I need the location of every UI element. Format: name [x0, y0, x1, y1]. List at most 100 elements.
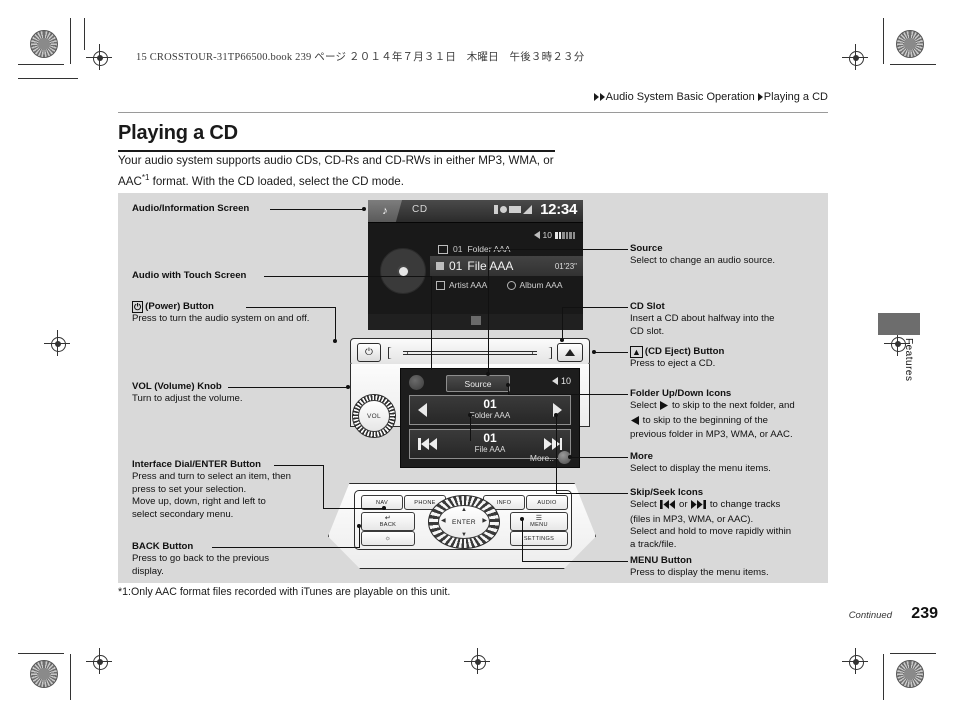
skip-text-part4: (files in MP3, WMA, or AAC). — [630, 513, 754, 525]
label-cd-slot: CD Slot Insert a CD about halfway into t… — [630, 301, 775, 338]
registration-blob-bottom-left — [30, 660, 58, 688]
cd-eject-button[interactable] — [557, 343, 583, 362]
menu-button[interactable]: ☰ MENU — [510, 512, 568, 531]
folder-text-part2: to skip to the next folder, and — [669, 400, 795, 412]
header-divider — [118, 112, 828, 113]
leader-line — [570, 457, 628, 458]
audio-button[interactable]: AUDIO — [526, 495, 568, 510]
power-button[interactable]: ⏻ — [357, 343, 381, 362]
label-body: Insert a CD about halfway into the — [630, 313, 775, 325]
leader-dot — [554, 413, 558, 417]
back-arrow-icon: ↵ — [384, 515, 392, 522]
label-audio-with-touch-screen: Audio with Touch Screen — [132, 270, 246, 282]
back-button[interactable]: ↵ BACK — [361, 512, 415, 531]
label-audio-information-screen: Audio/Information Screen — [132, 203, 249, 215]
leader-line — [488, 249, 596, 250]
leader-line — [323, 508, 386, 509]
leader-dot — [468, 413, 472, 417]
skip-next-icon[interactable] — [543, 438, 562, 450]
skip-text-part3: to change tracks — [707, 499, 781, 511]
folder-text-part4: previous folder in MP3, WMA, or AAC. — [630, 429, 793, 441]
breadcrumb-current-page: Playing a CD — [763, 91, 828, 103]
leader-line — [508, 394, 628, 395]
registration-blob-top-right — [896, 30, 924, 58]
folder-row: 01 Folder AAA — [409, 395, 571, 425]
book-header-line: 15 CROSSTOUR-31TP66500.book 239 ページ ２０１４… — [136, 52, 585, 63]
label-skip-seek-icons: Skip/Seek Icons Select or to change trac… — [630, 487, 791, 551]
screen-artist-cell: Artist AAA — [436, 280, 507, 290]
touch-panel-volume: 10 — [551, 376, 571, 386]
label-cd-eject-button: ▲ (CD Eject) Button Press to eject a CD. — [630, 346, 724, 371]
label-heading: Source — [630, 243, 663, 254]
center-console: NAV PHONE INFO AUDIO ↵ BACK ☼ ☰ MENU SET… — [328, 483, 596, 569]
leader-dot — [568, 455, 572, 459]
folder-icon — [438, 244, 448, 254]
leader-line — [228, 387, 348, 388]
screen-artist-name: Artist AAA — [449, 280, 488, 290]
folder-text-part3: to skip to the beginning of the — [640, 414, 769, 426]
more-button[interactable]: More.. — [530, 451, 571, 464]
folder-text-part1: Select — [630, 400, 660, 412]
volume-knob[interactable]: VOL — [352, 394, 396, 438]
label-body: Press and turn to select an item, then — [132, 471, 291, 483]
label-heading: VOL (Volume) Knob — [132, 381, 222, 392]
registration-mark-top-right — [842, 44, 868, 70]
page-number: 239 — [911, 605, 938, 622]
cd-slot[interactable] — [387, 347, 553, 359]
registration-mark-left-mid — [44, 330, 70, 356]
menu-icon: ☰ — [535, 515, 543, 522]
touch-panel-knob-icon — [409, 375, 424, 390]
crop-mark — [18, 78, 78, 79]
skip-previous-icon[interactable] — [418, 438, 437, 450]
leader-line — [556, 415, 557, 493]
crop-mark — [70, 18, 71, 64]
eject-icon: ▲ — [630, 346, 643, 358]
signal-icon — [523, 205, 532, 214]
folder-display: 01 Folder AAA — [470, 398, 510, 421]
interface-dial[interactable]: ▲ ▼ ◀ ▶ ENTER — [428, 495, 500, 549]
status-circle-icon — [500, 206, 507, 213]
folder-up-icon — [660, 401, 669, 414]
brightness-icon: ☼ — [384, 535, 392, 542]
section-tab-label: Features — [903, 338, 914, 382]
label-vol-volume-knob: VOL (Volume) Knob Turn to adjust the vol… — [132, 381, 243, 406]
breadcrumb-section: Audio System Basic Operation — [605, 91, 755, 103]
screen-source-label: CD — [412, 204, 428, 215]
leader-dot — [592, 350, 596, 354]
chevron-right-icon: ▶ — [482, 518, 487, 524]
registration-blob-top-left — [30, 30, 58, 58]
leader-line — [431, 276, 432, 370]
label-body: Move up, down, right and left to — [132, 496, 266, 508]
source-button[interactable]: Source — [446, 375, 510, 392]
console-button-area: NAV PHONE INFO AUDIO ↵ BACK ☼ ☰ MENU SET… — [354, 490, 572, 550]
leader-line — [323, 465, 324, 509]
skip-next-icon — [691, 500, 707, 513]
crop-mark — [883, 654, 884, 700]
label-body: to skip to the beginning of the — [630, 415, 795, 429]
label-body: Press to eject a CD. — [630, 358, 716, 370]
registration-mark-bottom-left — [86, 648, 112, 674]
speaker-icon — [533, 231, 540, 239]
label-body: Turn to adjust the volume. — [132, 393, 243, 405]
screen-track-duration: 01'23" — [554, 261, 577, 271]
leader-line — [470, 415, 471, 441]
breadcrumb: Audio System Basic Operation Playing a C… — [593, 91, 828, 103]
folder-down-icon[interactable] — [418, 403, 427, 417]
registration-mark-top-left — [86, 44, 112, 70]
volume-bars — [555, 231, 575, 239]
screen-album-cell: Album AAA — [506, 280, 578, 290]
leader-line — [596, 249, 628, 250]
settings-button[interactable]: SETTINGS — [510, 531, 568, 546]
label-body: Press to display the menu items. — [630, 567, 769, 579]
file-name: File AAA — [474, 445, 506, 454]
menu-button-label: MENU — [530, 522, 548, 528]
manual-page: 15 CROSSTOUR-31TP66500.book 239 ページ ２０１４… — [0, 0, 954, 718]
album-icon — [506, 280, 516, 290]
leader-dot — [506, 383, 510, 387]
music-note-tab[interactable]: ♪ — [368, 200, 402, 222]
music-note-icon: ♪ — [382, 204, 388, 217]
leader-line — [246, 307, 336, 308]
figure-panel: ♪ CD 12:34 10 01 Folder AAA 01 File AAA … — [118, 193, 828, 583]
screen-volume-value: 10 — [542, 230, 552, 240]
brightness-button[interactable]: ☼ — [361, 531, 415, 546]
